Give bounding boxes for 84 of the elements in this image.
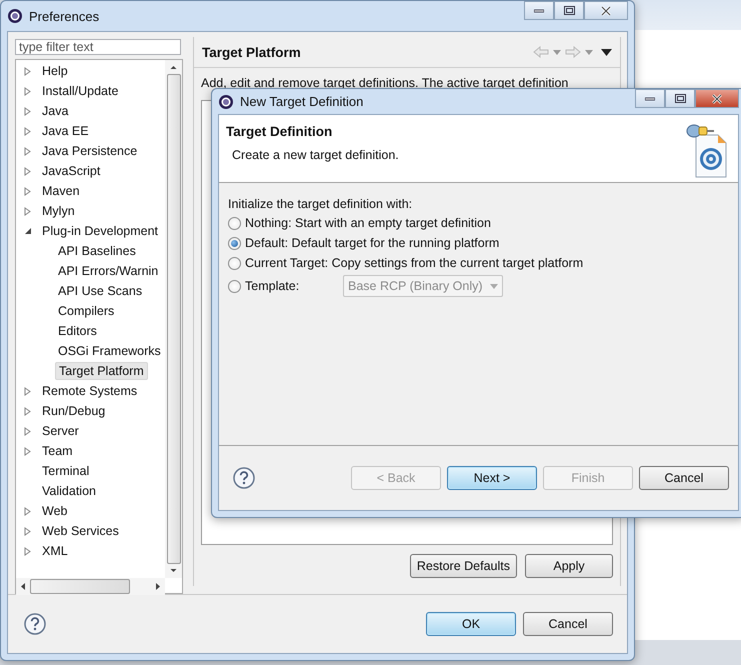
close-icon [711,94,723,104]
tree-item[interactable]: API Use Scans [55,283,146,299]
window-title: Preferences [29,8,100,24]
radio-button[interactable] [228,280,241,292]
dropdown-caret-icon [490,284,498,288]
tree-item[interactable]: Server [39,423,82,439]
tree-item[interactable]: Java EE [39,123,92,139]
tree-item[interactable]: Help [39,63,71,79]
expand-arrow-icon[interactable] [24,206,31,216]
expand-arrow-icon[interactable] [24,146,31,156]
expand-arrow-icon[interactable] [24,86,31,96]
expand-arrow-icon[interactable] [24,546,31,556]
tree-item[interactable]: XML [39,543,71,559]
tree-item[interactable]: Web [39,503,70,519]
radio-button[interactable] [228,256,241,270]
filter-field[interactable]: type filter text [15,39,181,55]
expand-arrow-icon[interactable] [24,186,31,196]
expand-arrow-icon[interactable] [24,426,31,436]
option-label: Nothing: Start with an empty target definition [245,216,491,230]
expand-arrow-icon[interactable] [24,386,31,396]
view-menu-icon[interactable] [601,48,612,56]
expand-arrow-icon[interactable] [24,106,31,116]
preferences-button[interactable]: Cancel [523,612,613,636]
expand-arrow-icon[interactable] [24,166,31,176]
wizard-button[interactable]: Next > [447,466,537,490]
tree-item[interactable]: API Baselines [55,243,139,259]
tree-item[interactable]: Mylyn [39,203,78,219]
maximize-button[interactable] [665,89,695,108]
tree-item[interactable]: Run/Debug [39,403,108,419]
tree-item[interactable]: Plug-in Development [39,223,162,239]
dropdown-caret-icon[interactable] [585,50,593,54]
wizard-subtitle: Create a new target definition. [232,148,400,162]
expand-arrow-icon[interactable] [24,126,31,136]
tree-item[interactable]: API Errors/Warnin [55,263,162,279]
dropdown-caret-icon[interactable] [553,50,561,54]
page-button[interactable]: Apply [525,554,613,578]
option-label: Current Target: Copy settings from the current target platform [245,256,584,270]
page-button[interactable]: Restore Defaults [410,554,517,578]
tree-item[interactable]: Target Platform [55,362,148,380]
expand-arrow-icon[interactable] [24,446,31,456]
maximize-button[interactable] [554,1,584,20]
tree-item[interactable]: Terminal [39,463,92,479]
close-button[interactable] [695,89,739,108]
radio-button[interactable] [228,216,241,230]
tree-item[interactable]: JavaScript [39,163,104,179]
minimize-button[interactable] [635,89,665,108]
help-icon[interactable] [24,613,46,635]
close-icon [600,6,612,16]
radio-button[interactable] [228,236,241,250]
page-title: Target Platform [202,44,301,60]
minimize-icon [645,96,655,100]
option-label: Template: [245,279,300,293]
options-prompt: Initialize the target definition with: [228,197,414,211]
tree-item[interactable]: Maven [39,183,83,199]
expand-arrow-icon[interactable] [24,506,31,516]
maximize-icon [674,94,686,103]
expand-arrow-icon[interactable] [24,406,31,416]
app-icon [218,94,234,110]
tree-item[interactable]: Install/Update [39,83,122,99]
tree-item[interactable]: Java Persistence [39,143,140,159]
minimize-button[interactable] [524,1,554,20]
expand-arrow-icon[interactable] [24,66,31,76]
tree-item[interactable]: Web Services [39,523,122,539]
collapse-arrow-icon[interactable] [24,227,32,235]
app-icon [7,8,23,24]
tree-item[interactable]: Remote Systems [39,383,140,399]
expand-arrow-icon[interactable] [24,526,31,536]
dialog-title: New Target Definition [240,94,364,109]
maximize-icon [564,6,574,15]
wizard-button[interactable]: Cancel [639,466,729,490]
tree-item[interactable]: Editors [55,323,100,339]
help-icon[interactable] [233,467,255,489]
tree-item[interactable]: Compilers [55,303,118,319]
tree-item[interactable]: Java [39,103,72,119]
preferences-button[interactable]: OK [426,612,516,636]
minimize-icon [534,8,544,12]
tree-item[interactable]: OSGi Frameworks [55,343,164,359]
horizontal-scrollbar[interactable] [16,578,165,595]
wizard-title: Target Definition [226,124,334,139]
close-button[interactable] [584,1,628,20]
vertical-scrollbar[interactable] [165,60,182,578]
tree-item[interactable]: Team [39,443,76,459]
option-label: Default: Default target for the running platform [245,236,500,250]
tree-item[interactable]: Validation [39,483,99,499]
